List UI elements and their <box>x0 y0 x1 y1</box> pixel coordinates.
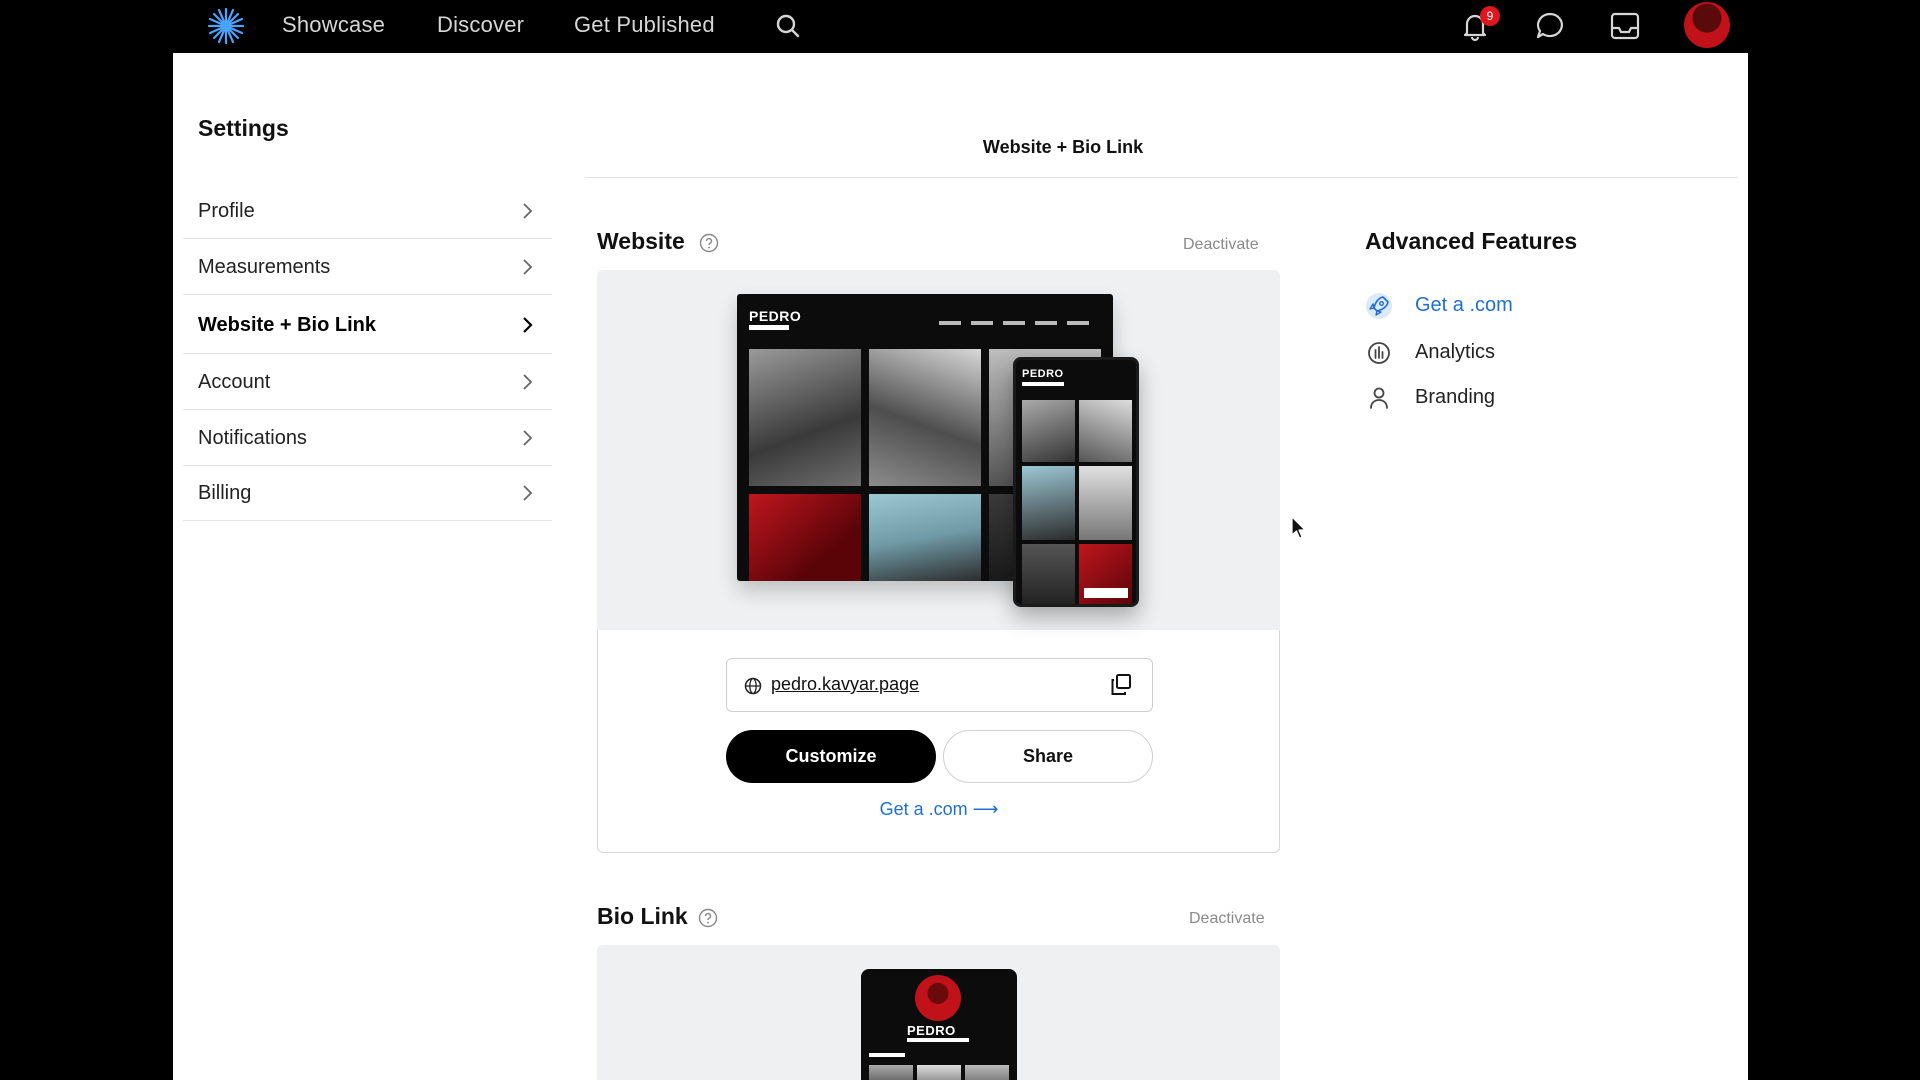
user-avatar[interactable] <box>1684 2 1730 48</box>
chat-icon[interactable] <box>1533 9 1567 43</box>
nav-showcase-link[interactable]: Showcase <box>282 12 385 38</box>
header-divider <box>585 177 1738 178</box>
sidebar-item-label: Website + Bio Link <box>198 314 376 336</box>
mockup-brand: PEDRO <box>1022 368 1064 380</box>
website-preview[interactable]: PEDRO PEDRO <box>597 270 1280 630</box>
advanced-features-title: Advanced Features <box>1365 228 1578 254</box>
mockup-photo <box>869 494 981 581</box>
chevron-right-icon <box>523 259 533 275</box>
bio-link-preview[interactable]: PEDRO <box>597 945 1280 1080</box>
mockup-brand: PEDRO <box>907 1023 956 1038</box>
mockup-subtitle <box>907 1038 969 1042</box>
mockup-nav <box>939 321 1099 325</box>
sidebar-item-billing[interactable]: Billing <box>183 466 552 521</box>
inbox-icon[interactable] <box>1608 9 1642 43</box>
website-url-link[interactable]: pedro.kavyar.page <box>771 674 919 695</box>
top-navigation-bar: Showcase Discover Get Published 9 <box>0 0 1920 53</box>
mockup-photo <box>749 349 861 486</box>
website-card: pedro.kavyar.page Customize Share Get a … <box>597 630 1280 853</box>
mouse-cursor-icon <box>1291 516 1306 539</box>
mockup-brand: PEDRO <box>749 308 802 324</box>
get-a-com-link[interactable]: Get a .com ⟶ <box>880 799 999 820</box>
mockup-subtitle <box>1022 382 1064 386</box>
advanced-item-label: Analytics <box>1415 341 1496 363</box>
chevron-right-icon <box>523 374 533 390</box>
sidebar-item-label: Billing <box>198 482 252 504</box>
mockup-photo <box>965 1065 1009 1080</box>
user-icon <box>1370 387 1388 409</box>
mockup-subtitle <box>749 325 789 330</box>
settings-page: Settings Profile Measurements Website + … <box>173 53 1748 1080</box>
mockup-button <box>1084 588 1128 598</box>
mockup-photo <box>1079 400 1132 462</box>
sidebar-item-notifications[interactable]: Notifications <box>183 411 552 466</box>
notification-badge: 9 <box>1480 6 1500 26</box>
help-icon[interactable] <box>698 908 718 928</box>
help-icon[interactable] <box>699 233 719 253</box>
sidebar-item-website-bio-link[interactable]: Website + Bio Link <box>183 296 552 354</box>
chevron-right-icon <box>523 485 533 501</box>
sidebar-item-label: Account <box>198 371 271 393</box>
mockup-photo <box>1022 466 1075 540</box>
chevron-right-icon <box>523 430 533 446</box>
mockup-photo <box>869 1065 913 1080</box>
website-url-field[interactable]: pedro.kavyar.page <box>726 658 1153 712</box>
bio-link-mockup-image: PEDRO <box>861 969 1017 1080</box>
website-section-title: Website <box>597 228 685 254</box>
mockup-photo <box>917 1065 961 1080</box>
sidebar-item-label: Notifications <box>198 427 307 449</box>
globe-icon <box>744 677 762 695</box>
sidebar-item-profile[interactable]: Profile <box>183 184 552 239</box>
chevron-right-icon <box>523 317 533 333</box>
mockup-label <box>869 1053 905 1057</box>
customize-button[interactable]: Customize <box>726 730 936 783</box>
mockup-photo <box>1079 466 1132 540</box>
mockup-photo <box>869 349 981 486</box>
analytics-icon <box>1368 342 1390 364</box>
nav-discover-link[interactable]: Discover <box>437 12 524 38</box>
sidebar-item-label: Profile <box>198 200 255 222</box>
advanced-item-label: Branding <box>1415 386 1496 408</box>
mockup-photo <box>1022 544 1075 604</box>
mockup-photo <box>1022 400 1075 462</box>
chevron-right-icon <box>523 203 533 219</box>
kavyar-logo-icon[interactable] <box>207 7 245 45</box>
sidebar-item-label: Measurements <box>198 256 331 278</box>
sidebar-item-measurements[interactable]: Measurements <box>183 240 552 295</box>
settings-title: Settings <box>198 115 289 141</box>
share-button[interactable]: Share <box>943 730 1153 783</box>
rocket-icon <box>1366 293 1392 319</box>
bio-link-deactivate-button[interactable]: Deactivate <box>1189 910 1265 928</box>
website-deactivate-button[interactable]: Deactivate <box>1183 236 1259 254</box>
sidebar-item-account[interactable]: Account <box>183 355 552 410</box>
copy-icon[interactable] <box>1108 672 1134 698</box>
mockup-avatar <box>915 975 961 1021</box>
advanced-item-label: Get a .com <box>1415 294 1513 316</box>
mobile-mockup-image: PEDRO <box>1013 357 1139 607</box>
page-title: Website + Bio Link <box>982 137 1144 157</box>
bio-link-section-title: Bio Link <box>597 903 688 929</box>
search-icon[interactable] <box>774 12 802 40</box>
nav-get-published-link[interactable]: Get Published <box>574 12 715 38</box>
mockup-photo <box>749 494 861 581</box>
